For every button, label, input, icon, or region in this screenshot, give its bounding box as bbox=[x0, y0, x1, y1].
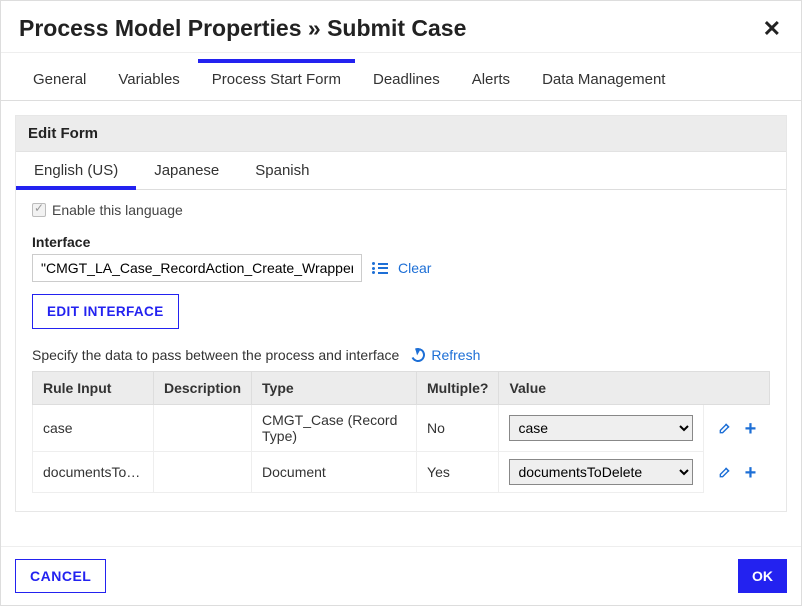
interface-label: Interface bbox=[32, 234, 770, 250]
dialog-title: Process Model Properties » Submit Case bbox=[19, 15, 466, 42]
interface-row: Clear bbox=[32, 254, 770, 282]
tab-variables[interactable]: Variables bbox=[104, 61, 193, 100]
refresh-link[interactable]: Refresh bbox=[431, 347, 480, 363]
cell-description bbox=[154, 452, 252, 493]
th-type: Type bbox=[252, 372, 417, 405]
cell-description bbox=[154, 405, 252, 452]
tab-deadlines[interactable]: Deadlines bbox=[359, 61, 454, 100]
picker-icon[interactable] bbox=[372, 262, 388, 274]
th-rule-input: Rule Input bbox=[33, 372, 154, 405]
main-tabs: General Variables Process Start Form Dea… bbox=[1, 61, 801, 101]
cell-multiple: No bbox=[417, 405, 499, 452]
divider bbox=[1, 52, 801, 53]
th-multiple: Multiple? bbox=[417, 372, 499, 405]
cell-type: Document bbox=[252, 452, 417, 493]
dialog-footer: CANCEL OK bbox=[1, 546, 801, 605]
th-value: Value bbox=[499, 372, 770, 405]
plus-icon[interactable]: + bbox=[742, 464, 760, 482]
cell-rule-input: case bbox=[33, 405, 154, 452]
cell-rule-input: documentsToDelete bbox=[33, 452, 154, 493]
pass-data-text: Specify the data to pass between the pro… bbox=[32, 347, 399, 363]
table-row: documentsToDelete Document Yes documents… bbox=[33, 452, 770, 493]
enable-language-label: Enable this language bbox=[52, 202, 183, 218]
process-model-properties-dialog: Process Model Properties » Submit Case ✕… bbox=[0, 0, 802, 606]
tab-data-management[interactable]: Data Management bbox=[528, 61, 679, 100]
panel-body: Enable this language Interface Clear EDI… bbox=[16, 190, 786, 511]
refresh-icon[interactable] bbox=[409, 346, 427, 364]
panel-title: Edit Form bbox=[16, 116, 786, 152]
pass-data-row: Specify the data to pass between the pro… bbox=[32, 347, 770, 363]
edit-icon[interactable] bbox=[716, 463, 734, 481]
cell-actions: + bbox=[703, 405, 769, 452]
th-description: Description bbox=[154, 372, 252, 405]
lang-tab-spanish[interactable]: Spanish bbox=[237, 152, 327, 189]
close-icon[interactable]: ✕ bbox=[763, 18, 781, 40]
plus-icon[interactable]: + bbox=[742, 420, 760, 438]
cancel-button[interactable]: CANCEL bbox=[15, 559, 106, 593]
tab-process-start-form[interactable]: Process Start Form bbox=[198, 61, 355, 100]
value-select[interactable]: documentsToDelete bbox=[509, 459, 692, 485]
clear-link[interactable]: Clear bbox=[398, 260, 431, 276]
dialog-content: Edit Form English (US) Japanese Spanish … bbox=[1, 101, 801, 546]
edit-form-panel: Edit Form English (US) Japanese Spanish … bbox=[15, 115, 787, 512]
ok-button[interactable]: OK bbox=[738, 559, 787, 593]
value-select[interactable]: case bbox=[509, 415, 692, 441]
lang-tab-english[interactable]: English (US) bbox=[16, 152, 136, 189]
enable-language-checkbox[interactable] bbox=[32, 203, 46, 217]
tab-general[interactable]: General bbox=[19, 61, 100, 100]
edit-icon[interactable] bbox=[716, 419, 734, 437]
lang-tab-japanese[interactable]: Japanese bbox=[136, 152, 237, 189]
cell-value: case bbox=[499, 405, 703, 452]
cell-multiple: Yes bbox=[417, 452, 499, 493]
rule-inputs-table: Rule Input Description Type Multiple? Va… bbox=[32, 371, 770, 493]
table-row: case CMGT_Case (Record Type) No case bbox=[33, 405, 770, 452]
language-tabs: English (US) Japanese Spanish bbox=[16, 152, 786, 190]
cell-actions: + bbox=[703, 452, 769, 493]
table-header-row: Rule Input Description Type Multiple? Va… bbox=[33, 372, 770, 405]
tab-alerts[interactable]: Alerts bbox=[458, 61, 524, 100]
cell-value: documentsToDelete bbox=[499, 452, 703, 493]
cell-type: CMGT_Case (Record Type) bbox=[252, 405, 417, 452]
dialog-header: Process Model Properties » Submit Case ✕ bbox=[1, 1, 801, 52]
edit-interface-button[interactable]: EDIT INTERFACE bbox=[32, 294, 179, 329]
interface-input[interactable] bbox=[32, 254, 362, 282]
enable-language-row: Enable this language bbox=[32, 202, 770, 218]
